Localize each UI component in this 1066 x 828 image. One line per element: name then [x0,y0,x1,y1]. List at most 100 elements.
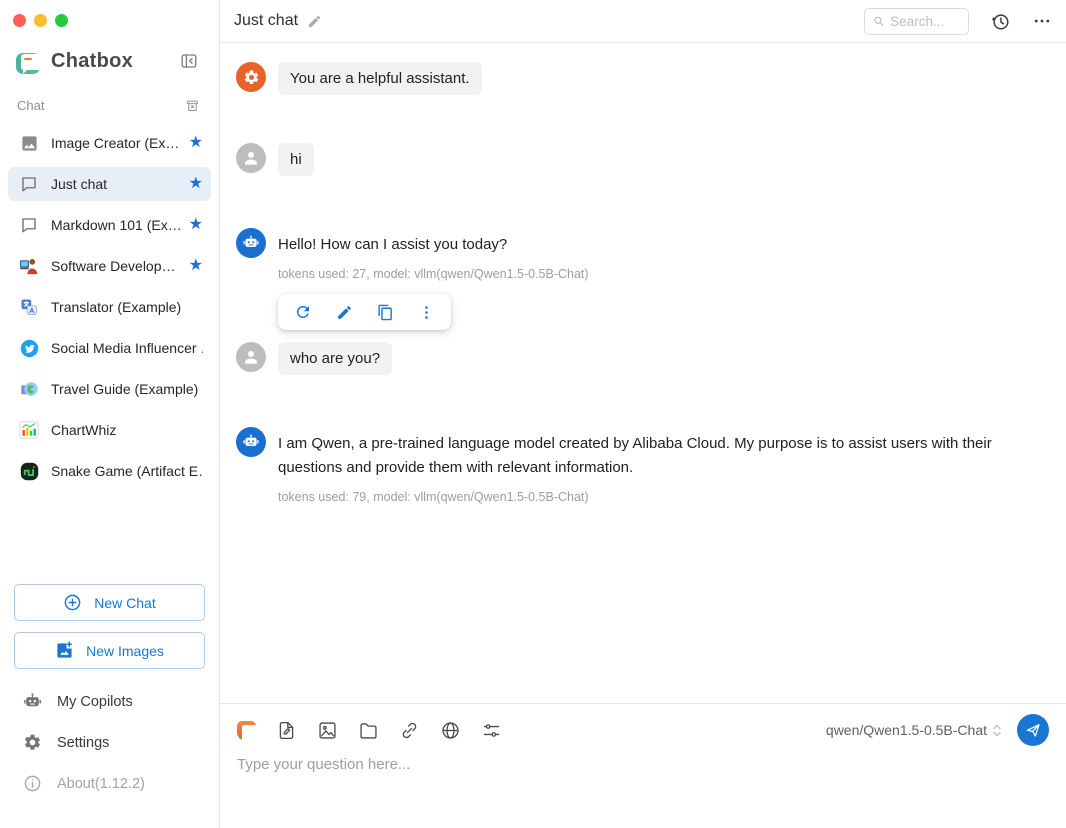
sidebar-item-software-developer[interactable]: Software Develop… ★ [8,249,211,283]
my-copilots-item[interactable]: My Copilots [0,681,219,722]
search-input[interactable] [890,14,960,29]
message-more-button[interactable] [418,304,435,321]
history-button[interactable] [990,11,1011,32]
session-label: Software Develop… [51,258,183,274]
new-chat-label: New Chat [94,595,155,611]
twitter-icon [19,338,39,358]
history-icon [990,11,1011,32]
image-icon [19,133,39,153]
app-header: Chatbox [15,48,198,74]
session-label: Travel Guide (Example) [51,381,203,397]
user-avatar [236,342,266,372]
collapse-sidebar-button[interactable] [180,52,198,70]
more-menu-button[interactable] [1032,11,1052,31]
message-list: You are a helpful assistant. hi Hello! H… [220,43,1066,703]
edit-message-button[interactable] [336,304,353,321]
new-images-label: New Images [86,643,164,659]
minimize-window-button[interactable] [34,14,47,27]
copy-message-button[interactable] [377,304,394,321]
chat-section-header: Chat [17,98,200,113]
star-icon: ★ [189,217,203,233]
assistant-message: Hello! How can I assist you today? token… [236,228,1050,330]
my-copilots-label: My Copilots [57,694,133,710]
sidebar-item-translator[interactable]: Translator (Example) [8,290,211,324]
star-icon: ★ [189,135,203,151]
send-button[interactable] [1017,714,1049,746]
attach-link-button[interactable] [399,720,420,741]
close-window-button[interactable] [13,14,26,27]
search-icon [873,14,884,28]
settings-item[interactable]: Settings [0,722,219,763]
sidebar-item-image-creator[interactable]: Image Creator (Ex… ★ [8,126,211,160]
travel-globe-emoji-icon [19,379,39,399]
about-item[interactable]: About(1.12.2) [0,763,219,804]
edit-pencil-icon [307,14,322,29]
session-label: Translator (Example) [51,299,203,315]
new-images-button[interactable]: New Images [14,632,205,669]
trash-box-icon [185,98,200,113]
message-text: I am Qwen, a pre-trained language model … [278,427,1036,479]
attach-image-button[interactable] [317,720,338,741]
composer-toolbar: qwen/Qwen1.5-0.5B-Chat [237,715,1049,745]
session-label: Markdown 101 (Ex… [51,217,183,233]
chatbox-window: Chatbox Chat Image Creator (Ex… ★ Just c… [0,0,1066,828]
sidebar-item-social-media-influencer[interactable]: Social Media Influencer … [8,331,211,365]
gear-icon [23,733,42,752]
document-edit-icon [276,720,297,741]
system-message: You are a helpful assistant. [236,62,1050,95]
chatbox-logo-icon [15,48,41,74]
settings-sliders-button[interactable] [481,720,502,741]
sidebar-item-snake-game[interactable]: Snake Game (Artifact E… [8,454,211,488]
model-selector[interactable]: qwen/Qwen1.5-0.5B-Chat [826,722,987,738]
regenerate-button[interactable] [294,303,312,321]
sidebar-item-chartwhiz[interactable]: ChartWhiz [8,413,211,447]
sidebar-bottom: New Chat New Images My Copilots Settings… [0,584,219,828]
sidebar-item-markdown-101[interactable]: Markdown 101 (Ex… ★ [8,208,211,242]
assistant-avatar [236,228,266,258]
assistant-message: I am Qwen, a pre-trained language model … [236,427,1050,504]
message-input[interactable] [237,756,1049,773]
sliders-icon [481,720,502,741]
search-box[interactable] [864,8,969,35]
sidebar-item-just-chat[interactable]: Just chat ★ [8,167,211,201]
sidebar-item-travel-guide[interactable]: Travel Guide (Example) [8,372,211,406]
chat-header: Just chat [220,0,1066,43]
more-vert-icon [418,304,435,321]
window-controls [0,0,219,27]
web-browsing-button[interactable] [440,720,461,741]
globe-icon [440,720,461,741]
composer: qwen/Qwen1.5-0.5B-Chat [220,703,1066,828]
translate-emoji-icon [19,297,39,317]
robot-icon [242,234,260,252]
attach-folder-button[interactable] [358,720,379,741]
system-avatar [236,62,266,92]
chatbox-mini-logo-icon[interactable] [237,721,256,740]
link-icon [399,720,420,741]
snake-game-icon [19,461,39,481]
new-chat-button[interactable]: New Chat [14,584,205,621]
clear-sessions-button[interactable] [185,98,200,113]
message-toolbar [278,294,451,330]
token-usage: tokens used: 79, model: vllm(qwen/Qwen1.… [278,490,1036,504]
ellipsis-icon [1032,11,1052,31]
session-list: Image Creator (Ex… ★ Just chat ★ Markdow… [0,126,219,495]
app-title: Chatbox [51,50,133,73]
collapse-sidebar-icon [180,52,198,70]
chevron-updown-icon[interactable] [991,722,1003,739]
copy-icon [377,304,394,321]
sidebar-menu: My Copilots Settings About(1.12.2) [0,681,219,804]
settings-label: Settings [57,735,109,751]
zoom-window-button[interactable] [55,14,68,27]
about-label: About(1.12.2) [57,776,145,792]
person-icon [242,149,260,167]
gear-icon [243,69,260,86]
info-icon [23,774,42,793]
send-plane-icon [1024,721,1042,739]
chart-emoji-icon [19,420,39,440]
user-message: hi [236,143,1050,176]
rename-session-button[interactable] [307,14,322,29]
attach-file-button[interactable] [276,720,297,741]
message-text: You are a helpful assistant. [278,62,482,95]
robot-icon [23,692,42,711]
chat-section-label: Chat [17,98,44,113]
